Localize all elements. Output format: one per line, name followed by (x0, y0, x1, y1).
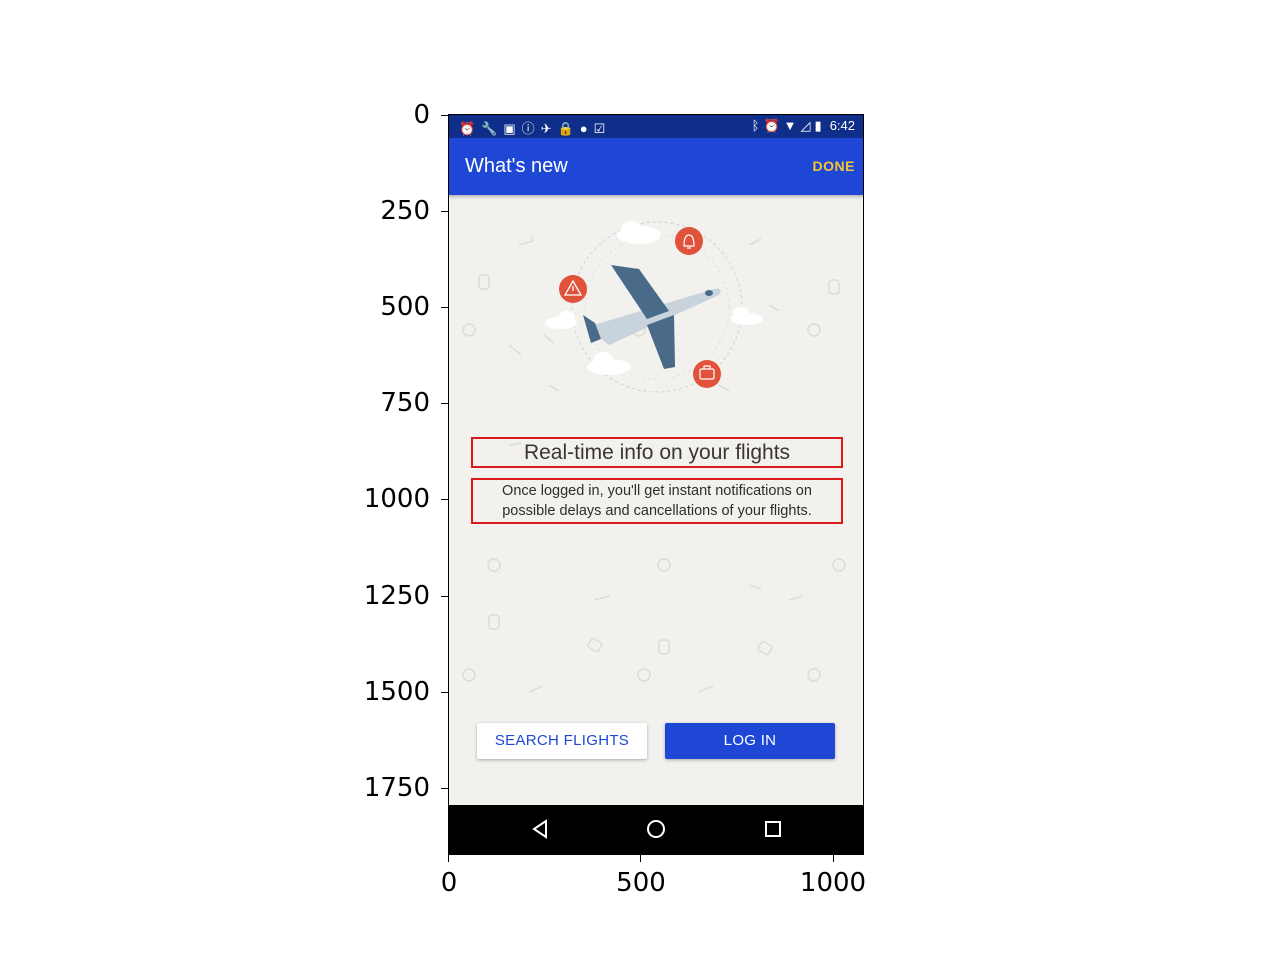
y-tick-label: 1000 (363, 484, 430, 514)
y-tick-label: 0 (413, 100, 430, 130)
search-flights-button[interactable]: SEARCH FLIGHTS (477, 723, 647, 759)
headline: Real-time info on your flights (523, 441, 791, 464)
phone-screen: ⏰🔧▣ⓘ✈🔒●☑ ᛒ⏰▼◿▮ 6:42 What's new DONE Real… (449, 115, 863, 854)
y-tick (441, 788, 448, 789)
x-tick-label: 1000 (799, 868, 867, 898)
y-tick (441, 403, 448, 404)
lock-icon: 🔒 (557, 121, 580, 136)
x-tick-label: 0 (440, 868, 458, 898)
description: Once logged in, you'll get instant notif… (473, 481, 841, 521)
luggage-badge-icon (693, 360, 721, 388)
android-icon: ● (579, 121, 594, 136)
log-in-button[interactable]: LOG IN (665, 723, 835, 759)
recent-apps-icon[interactable] (764, 819, 782, 839)
navigation-bar (449, 805, 863, 854)
home-icon[interactable] (646, 819, 666, 839)
y-tick (441, 115, 448, 116)
y-tick-label: 250 (380, 196, 430, 226)
clipboard-check-icon: ☑ (593, 121, 612, 136)
battery-icon: ▮ (814, 118, 826, 133)
y-tick-label: 1250 (363, 581, 430, 611)
y-tick (441, 307, 448, 308)
y-tick-label: 1750 (363, 773, 430, 803)
done-button[interactable]: DONE (813, 158, 855, 174)
headline-highlight-box: Real-time info on your flights (471, 437, 843, 468)
description-line: Once logged in, you'll get instant notif… (502, 483, 812, 499)
airplane-illustration (545, 221, 763, 393)
y-tick (441, 692, 448, 693)
wrench-icon: 🔧 (481, 121, 504, 136)
page-title: What's new (465, 155, 568, 177)
x-tick (448, 855, 449, 862)
y-tick-label: 500 (380, 292, 430, 322)
status-bar: ⏰🔧▣ⓘ✈🔒●☑ ᛒ⏰▼◿▮ 6:42 (449, 115, 863, 138)
status-notification-icons: ⏰🔧▣ⓘ✈🔒●☑ (459, 118, 611, 137)
back-icon[interactable] (531, 819, 549, 839)
info-icon: ⓘ (521, 121, 541, 136)
y-tick (441, 499, 448, 500)
y-tick-label: 750 (380, 388, 430, 418)
wifi-icon: ▼ (783, 118, 801, 133)
y-tick (441, 596, 448, 597)
alarm-icon: ⏰ (763, 118, 784, 133)
facebook-icon: ▣ (503, 121, 522, 136)
x-tick (833, 855, 834, 862)
alarm-icon: ⏰ (459, 121, 482, 136)
x-tick-label: 500 (616, 868, 666, 898)
y-tick (441, 211, 448, 212)
x-tick (640, 855, 641, 862)
satellite-icon: ✈ (540, 121, 558, 136)
app-bar: What's new DONE (449, 138, 863, 195)
status-system-icons: ᛒ⏰▼◿▮ 6:42 (752, 118, 855, 134)
bluetooth-icon: ᛒ (751, 118, 764, 133)
status-time: 6:42 (829, 118, 855, 133)
description-highlight-box: Once logged in, you'll get instant notif… (471, 478, 843, 524)
description-line: possible delays and cancellations of you… (502, 503, 812, 519)
no-signal-icon: ◿ (800, 118, 815, 133)
warning-badge-icon (559, 275, 587, 303)
y-tick-label: 1500 (363, 677, 430, 707)
bell-badge-icon (675, 227, 703, 255)
